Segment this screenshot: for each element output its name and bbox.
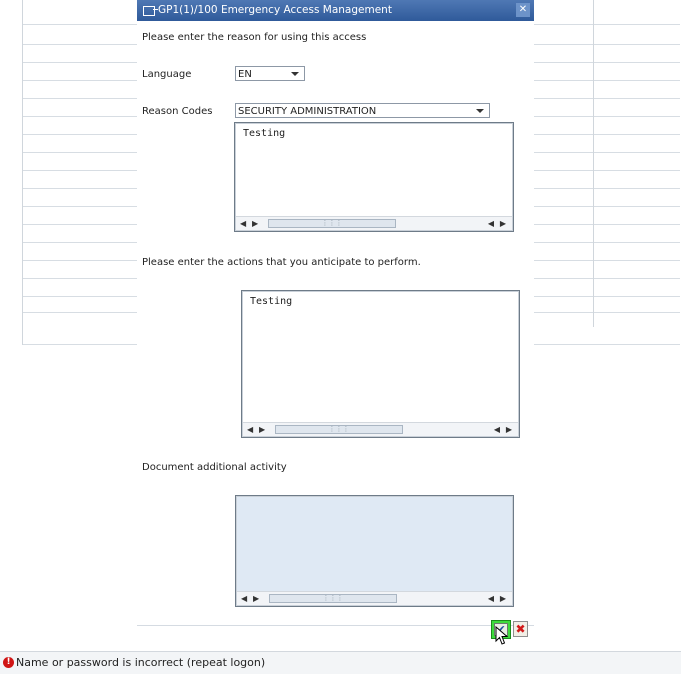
scroll-thumb[interactable]: ⋮⋮⋮: [268, 219, 396, 228]
emergency-access-dialog: GP1(1)/100 Emergency Access Management ✕…: [137, 0, 534, 650]
scroll-right-icon[interactable]: ▶: [259, 423, 265, 436]
intro-text: Please enter the reason for using this a…: [142, 32, 367, 43]
cancel-icon: ✖: [515, 622, 526, 636]
chevron-down-icon: [291, 72, 299, 76]
scroll-right-icon[interactable]: ▶: [506, 423, 512, 436]
cancel-button[interactable]: ✖: [513, 621, 528, 637]
activity-textarea[interactable]: ◀ ▶ ⋮⋮⋮ ◀ ▶: [235, 495, 514, 607]
dialog-footer-divider: [137, 625, 534, 626]
scroll-right-icon[interactable]: ▶: [500, 217, 506, 230]
dialog-titlebar: GP1(1)/100 Emergency Access Management ✕: [137, 0, 534, 21]
table-column-line: [593, 0, 594, 327]
scroll-left-icon[interactable]: ◀: [241, 592, 247, 605]
actions-text: Testing: [250, 296, 293, 307]
horizontal-scrollbar[interactable]: ◀ ▶ ⋮⋮⋮ ◀ ▶: [237, 591, 512, 605]
scroll-left-icon[interactable]: ◀: [247, 423, 253, 436]
status-bar: ! Name or password is incorrect (repeat …: [0, 651, 681, 674]
language-value: EN: [238, 69, 252, 80]
scroll-right-icon[interactable]: ▶: [252, 217, 258, 230]
status-message: Name or password is incorrect (repeat lo…: [16, 656, 266, 669]
reason-codes-dropdown[interactable]: SECURITY ADMINISTRATION: [235, 103, 490, 118]
reason-textarea[interactable]: Testing ◀ ▶ ⋮⋮⋮ ◀ ▶: [234, 122, 514, 232]
reason-codes-value: SECURITY ADMINISTRATION: [238, 106, 377, 117]
activity-label: Document additional activity: [142, 462, 287, 473]
dialog-title: GP1(1)/100 Emergency Access Management: [158, 4, 392, 16]
language-label: Language: [142, 69, 192, 80]
actions-textarea[interactable]: Testing ◀ ▶ ⋮⋮⋮ ◀ ▶: [241, 290, 520, 438]
scroll-left-icon[interactable]: ◀: [240, 217, 246, 230]
reason-text: Testing: [243, 128, 286, 139]
actions-prompt: Please enter the actions that you antici…: [142, 257, 421, 268]
error-icon: !: [3, 657, 14, 668]
language-dropdown[interactable]: EN: [235, 66, 305, 81]
table-column-line: [22, 0, 23, 345]
mouse-pointer-icon: [495, 626, 509, 645]
scroll-right-icon[interactable]: ▶: [253, 592, 259, 605]
scroll-left-icon[interactable]: ◀: [494, 423, 500, 436]
chevron-down-icon: [476, 109, 484, 113]
scroll-left-icon[interactable]: ◀: [488, 592, 494, 605]
horizontal-scrollbar[interactable]: ◀ ▶ ⋮⋮⋮ ◀ ▶: [243, 422, 518, 436]
scroll-right-icon[interactable]: ▶: [500, 592, 506, 605]
close-icon[interactable]: ✕: [516, 3, 530, 17]
reason-codes-label: Reason Codes: [142, 106, 213, 117]
scroll-thumb[interactable]: ⋮⋮⋮: [275, 425, 403, 434]
horizontal-scrollbar[interactable]: ◀ ▶ ⋮⋮⋮ ◀ ▶: [236, 216, 512, 230]
scroll-left-icon[interactable]: ◀: [488, 217, 494, 230]
window-icon: [143, 6, 158, 16]
scroll-thumb[interactable]: ⋮⋮⋮: [269, 594, 397, 603]
